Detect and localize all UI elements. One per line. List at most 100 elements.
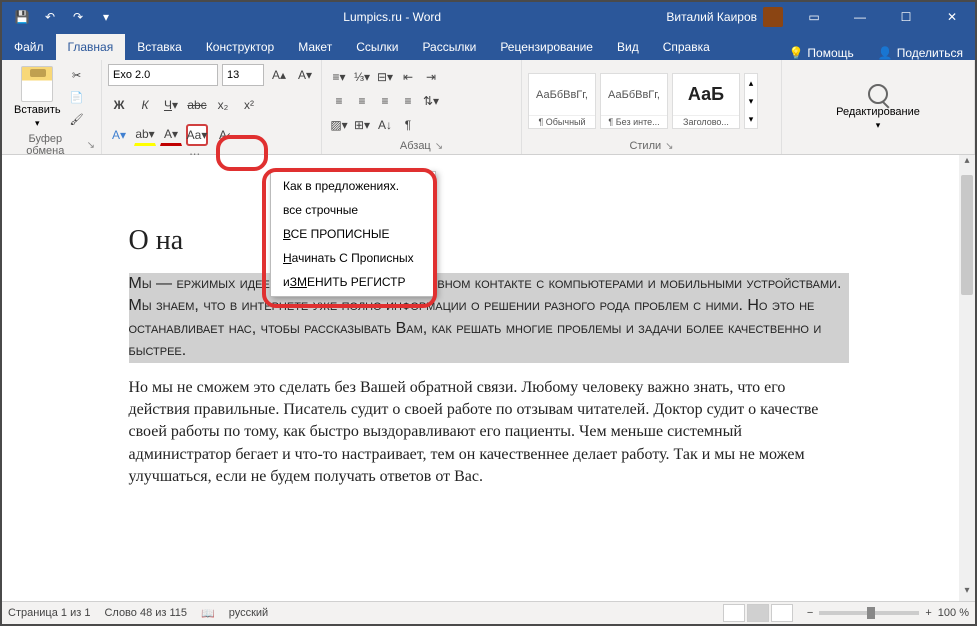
paste-button[interactable]: Вставить ▾: [8, 64, 67, 131]
scroll-up-icon[interactable]: ▴: [959, 155, 975, 171]
maximize-button[interactable]: ☐: [883, 2, 929, 32]
italic-icon[interactable]: К: [134, 94, 156, 116]
clear-format-icon[interactable]: A̷: [212, 124, 234, 146]
shrink-font-icon[interactable]: A▾: [294, 64, 316, 86]
sort-icon[interactable]: A↓: [374, 114, 396, 136]
para-dialog-icon[interactable]: ↘: [435, 141, 443, 152]
style-heading1[interactable]: АаБ Заголово...: [672, 73, 740, 129]
view-read-icon[interactable]: [723, 604, 745, 622]
underline-icon[interactable]: Ч▾: [160, 94, 182, 116]
share-button[interactable]: 👤 Поделиться: [866, 46, 975, 60]
spellcheck-icon[interactable]: 📖: [201, 607, 215, 620]
view-print-icon[interactable]: [747, 604, 769, 622]
share-label: Поделиться: [897, 46, 963, 60]
qat-customize-icon[interactable]: ▾: [94, 5, 118, 29]
word-count[interactable]: Слово 48 из 115: [104, 607, 187, 619]
line-spacing-icon[interactable]: ⇅▾: [420, 90, 442, 112]
autosave-icon[interactable]: 💾: [10, 5, 34, 29]
document-page: О на Мы — ержимых идеей помогать Вам в е…: [129, 155, 849, 601]
view-web-icon[interactable]: [771, 604, 793, 622]
shading-icon[interactable]: ▨▾: [328, 114, 350, 136]
undo-icon[interactable]: ↶: [38, 5, 62, 29]
show-marks-icon[interactable]: ¶: [397, 114, 419, 136]
tab-references[interactable]: Ссылки: [344, 34, 410, 60]
tab-help[interactable]: Справка: [651, 34, 722, 60]
font-color-icon[interactable]: A▾: [160, 124, 182, 146]
user-account[interactable]: Виталий Каиров: [666, 7, 791, 27]
tab-file[interactable]: Файл: [2, 34, 56, 60]
style-normal[interactable]: АаБбВвГг, ¶ Обычный: [528, 73, 596, 129]
borders-icon[interactable]: ⊞▾: [351, 114, 373, 136]
text-effects-icon[interactable]: A▾: [108, 124, 130, 146]
doc-heading: О на: [129, 225, 849, 257]
increase-indent-icon[interactable]: ⇥: [420, 66, 442, 88]
styles-gallery-dropdown[interactable]: ▴▾▾: [744, 73, 758, 129]
clipboard-dialog-icon[interactable]: ↘: [87, 140, 95, 151]
avatar-icon: [763, 7, 783, 27]
tab-home[interactable]: Главная: [56, 34, 126, 60]
paste-icon: [21, 66, 53, 102]
zoom-out-icon[interactable]: −: [807, 607, 813, 619]
group-editing: Редактирование ▾: [782, 60, 975, 154]
case-lowercase[interactable]: все строчные: [273, 198, 433, 222]
case-capitalize-each[interactable]: Начинать С Прописных: [273, 246, 433, 270]
grow-font-icon[interactable]: A▴: [268, 64, 290, 86]
vertical-scrollbar[interactable]: ▴ ▾: [959, 155, 975, 601]
align-right-icon[interactable]: ≡: [374, 90, 396, 112]
style-label: ¶ Обычный: [529, 115, 595, 128]
strike-icon[interactable]: abc: [186, 94, 208, 116]
change-case-menu: Как в предложениях. все строчные ВСЕ ПРО…: [270, 171, 436, 297]
format-painter-icon[interactable]: 🖌: [67, 110, 87, 130]
zoom-slider[interactable]: [819, 611, 919, 615]
ribbon-display-icon[interactable]: ▭: [791, 2, 837, 32]
numbering-icon[interactable]: ⅓▾: [351, 66, 373, 88]
change-case-button[interactable]: Aa▾: [186, 124, 208, 146]
user-name: Виталий Каиров: [666, 10, 757, 24]
tell-me-button[interactable]: 💡 Помощь: [776, 46, 865, 60]
statusbar: Страница 1 из 1 Слово 48 из 115 📖 русски…: [2, 601, 975, 624]
close-button[interactable]: ✕: [929, 2, 975, 32]
group-paragraph: ≡▾ ⅓▾ ⊟▾ ⇤ ⇥ ≡ ≡ ≡ ≡ ⇅▾ ▨▾ ⊞▾ A↓ ¶: [322, 60, 522, 154]
share-icon: 👤: [878, 46, 893, 60]
zoom-in-icon[interactable]: +: [925, 607, 931, 619]
case-sentence[interactable]: Как в предложениях.: [273, 174, 433, 198]
superscript-icon[interactable]: x²: [238, 94, 260, 116]
zoom-control: − + 100 %: [807, 607, 969, 619]
paste-label: Вставить: [14, 104, 61, 116]
editing-button[interactable]: Редактирование ▾: [828, 80, 928, 135]
multilevel-icon[interactable]: ⊟▾: [374, 66, 396, 88]
tab-layout[interactable]: Макет: [286, 34, 344, 60]
align-center-icon[interactable]: ≡: [351, 90, 373, 112]
language-status[interactable]: русский: [229, 607, 268, 619]
font-name-combo[interactable]: [108, 64, 218, 86]
zoom-value[interactable]: 100 %: [938, 607, 969, 619]
align-left-icon[interactable]: ≡: [328, 90, 350, 112]
scroll-thumb[interactable]: [961, 175, 973, 295]
page-status[interactable]: Страница 1 из 1: [8, 607, 90, 619]
ribbon-tabs: Файл Главная Вставка Конструктор Макет С…: [2, 32, 975, 60]
redo-icon[interactable]: ↷: [66, 5, 90, 29]
tab-insert[interactable]: Вставка: [125, 34, 194, 60]
highlight-icon[interactable]: ab▾: [134, 124, 156, 146]
styles-dialog-icon[interactable]: ↘: [665, 141, 673, 152]
subscript-icon[interactable]: x₂: [212, 94, 234, 116]
case-uppercase[interactable]: ВСЕ ПРОПИСНЫЕ: [273, 222, 433, 246]
style-preview: АаБбВвГг,: [529, 74, 595, 115]
ribbon-home: Вставить ▾ ✂ 📄 🖌 Буфер обмена ↘ A▴ A▾ Ж: [2, 60, 975, 155]
style-nospacing[interactable]: АаБбВвГг, ¶ Без инте...: [600, 73, 668, 129]
minimize-button[interactable]: —: [837, 2, 883, 32]
bullets-icon[interactable]: ≡▾: [328, 66, 350, 88]
font-size-combo[interactable]: [222, 64, 264, 86]
tab-design[interactable]: Конструктор: [194, 34, 286, 60]
copy-icon[interactable]: 📄: [67, 88, 87, 108]
bold-icon[interactable]: Ж: [108, 94, 130, 116]
tab-mailings[interactable]: Рассылки: [410, 34, 488, 60]
document-area[interactable]: О на Мы — ержимых идеей помогать Вам в е…: [2, 155, 975, 601]
case-toggle[interactable]: иЗМЕНИТЬ РЕГИСТР: [273, 270, 433, 294]
tab-view[interactable]: Вид: [605, 34, 651, 60]
tab-review[interactable]: Рецензирование: [488, 34, 605, 60]
decrease-indent-icon[interactable]: ⇤: [397, 66, 419, 88]
cut-icon[interactable]: ✂: [67, 66, 87, 86]
scroll-down-icon[interactable]: ▾: [959, 585, 975, 601]
justify-icon[interactable]: ≡: [397, 90, 419, 112]
